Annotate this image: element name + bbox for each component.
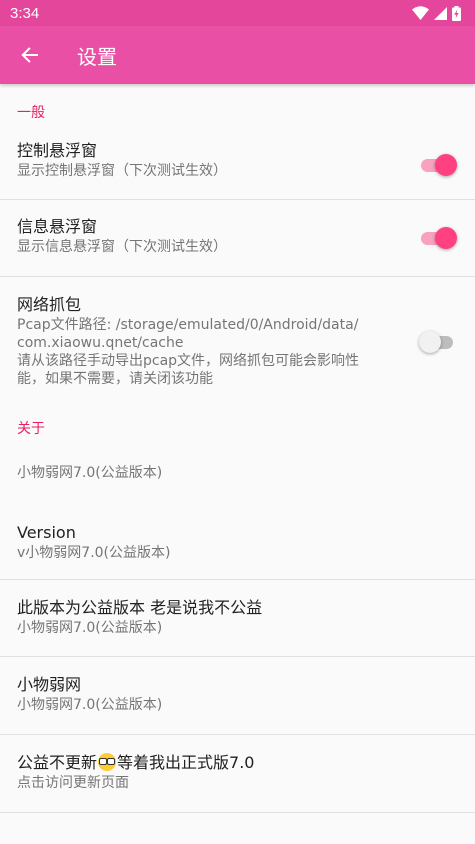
- pref-version[interactable]: Version v小物弱网7.0(公益版本): [0, 507, 475, 580]
- pref-summary-line: 请从该路径手动导出pcap文件，网络抓包可能会影响性: [17, 353, 360, 369]
- pref-summary-line: com.xiaowu.qnet/cache: [17, 335, 184, 351]
- pref-update[interactable]: 公益不更新 等着我出正式版7.0 点击访问更新页面: [0, 735, 475, 813]
- status-time: 3:34: [10, 4, 40, 22]
- update-title-before: 公益不更新: [17, 753, 98, 772]
- battery-charging-icon: [452, 5, 461, 21]
- pref-title: 信息悬浮窗: [17, 217, 98, 236]
- switch-thumb: [435, 227, 457, 249]
- floating-control-switch[interactable]: [419, 154, 457, 176]
- arrow-back-icon: [21, 47, 38, 63]
- back-button[interactable]: [1, 26, 59, 84]
- pref-packet-capture[interactable]: 网络抓包 Pcap文件路径: /storage/emulated/0/Andro…: [0, 277, 475, 402]
- pref-summary: 小物弱网7.0(公益版本): [17, 697, 163, 713]
- pref-summary: 小物弱网7.0(公益版本): [17, 620, 163, 636]
- cell-signal-icon: [434, 6, 447, 20]
- pref-summary-line: 能，如果不需要，请关闭该功能: [17, 371, 213, 387]
- pref-summary: v小物弱网7.0(公益版本): [17, 545, 171, 561]
- switch-thumb: [435, 154, 457, 176]
- packet-capture-switch[interactable]: [419, 331, 455, 353]
- pref-summary: 小物弱网7.0(公益版本): [17, 465, 163, 481]
- pref-summary: 点击访问更新页面: [17, 775, 129, 791]
- pref-title: 小物弱网: [17, 675, 82, 694]
- status-icons: [412, 5, 461, 21]
- pref-title: 公益不更新 等着我出正式版7.0: [17, 752, 379, 774]
- pref-notice[interactable]: 此版本为公益版本 老是说我不公益 小物弱网7.0(公益版本): [0, 580, 475, 657]
- section-header-general: 一般: [17, 105, 45, 121]
- update-title-after: 等着我出正式版7.0: [117, 753, 255, 772]
- switch-thumb: [419, 331, 441, 353]
- pref-summary-line: Pcap文件路径: /storage/emulated/0/Android/da…: [17, 317, 359, 333]
- floating-info-switch[interactable]: [419, 227, 457, 249]
- settings-list: 一般 控制悬浮窗 显示控制悬浮窗（下次测试生效） 信息悬浮窗 显示信息悬浮窗（下…: [0, 84, 475, 813]
- pref-app[interactable]: 小物弱网 小物弱网7.0(公益版本): [0, 657, 475, 735]
- app-bar: 设置: [0, 26, 475, 84]
- status-bar: 3:34: [0, 0, 475, 26]
- pref-title: 网络抓包: [17, 295, 82, 314]
- pref-summary: 显示信息悬浮窗（下次测试生效）: [17, 239, 227, 255]
- pref-title: 控制悬浮窗: [17, 141, 98, 160]
- pref-floating-info[interactable]: 信息悬浮窗 显示信息悬浮窗（下次测试生效）: [0, 200, 475, 277]
- pref-floating-control[interactable]: 控制悬浮窗 显示控制悬浮窗（下次测试生效）: [0, 130, 475, 200]
- wifi-icon: [412, 6, 429, 20]
- pref-app-name-line[interactable]: 小物弱网7.0(公益版本): [0, 448, 475, 507]
- page-title: 设置: [77, 44, 117, 69]
- section-header-about: 关于: [17, 421, 45, 437]
- pref-title: Version: [17, 523, 76, 542]
- nerd-face-emoji-icon: [98, 753, 117, 771]
- pref-summary: 显示控制悬浮窗（下次测试生效）: [17, 163, 227, 179]
- pref-title: 此版本为公益版本 老是说我不公益: [17, 598, 263, 617]
